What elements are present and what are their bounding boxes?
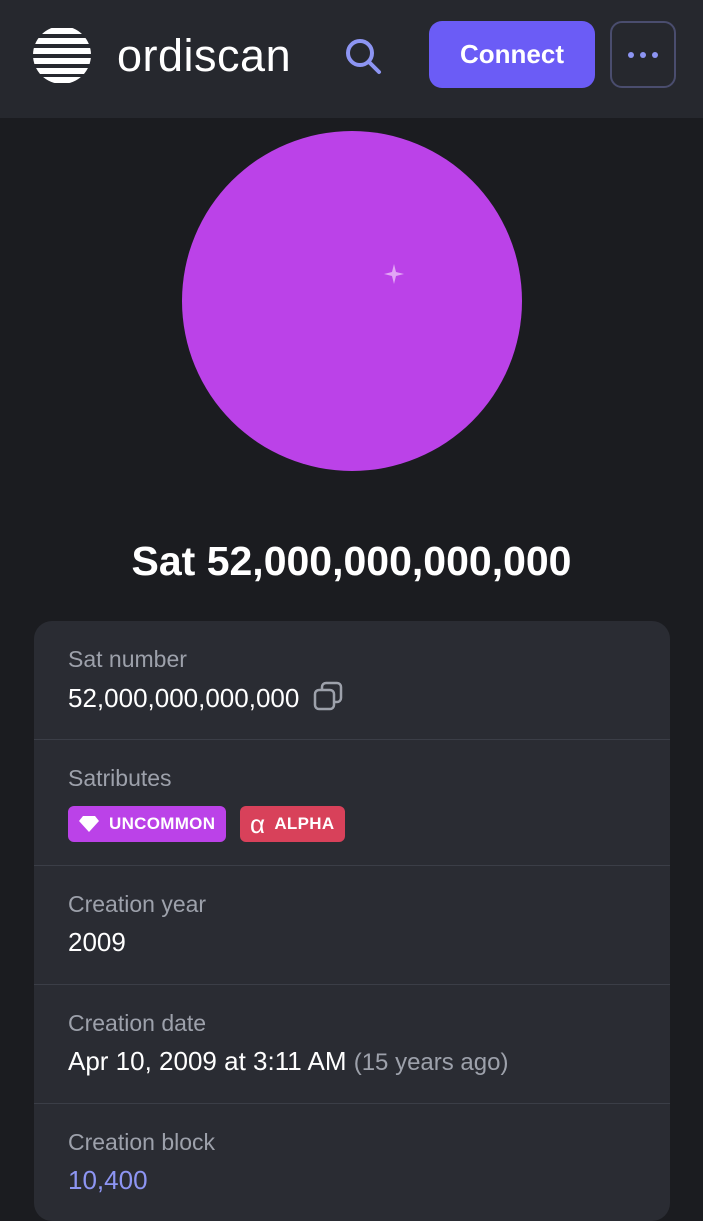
creation-block-link[interactable]: 10,400: [68, 1164, 148, 1196]
detail-row-creation-date: Creation date Apr 10, 2009 at 3:11 AM (1…: [34, 985, 670, 1104]
creation-date-text: Apr 10, 2009 at 3:11 AM: [68, 1046, 347, 1076]
sat-number-text: 52,000,000,000,000: [68, 683, 300, 713]
detail-row-satributes: Satributes: [34, 740, 670, 866]
badge-alpha-label: ALPHA: [274, 814, 335, 833]
copy-icon[interactable]: [313, 681, 343, 711]
page-title: Sat 52,000,000,000,000: [131, 538, 572, 584]
detail-row-sat-number: Sat number 52,000,000,000,000: [34, 621, 670, 740]
badge-uncommon[interactable]: UNCOMMON: [68, 806, 227, 842]
creation-year-label: Creation year: [68, 891, 207, 917]
creation-date-value: Apr 10, 2009 at 3:11 AM (15 years ago): [68, 1045, 508, 1079]
creation-year-value: 2009: [68, 927, 126, 957]
sparkle-icon: [384, 264, 404, 284]
sat-image: [182, 131, 522, 471]
creation-date-label: Creation date: [68, 1010, 207, 1036]
connect-button[interactable]: Connect: [429, 21, 595, 88]
creation-date-relative: (15 years ago): [353, 1049, 509, 1076]
top-navbar: ordiscan Connect: [0, 0, 703, 118]
logo-text[interactable]: ordiscan: [117, 28, 291, 84]
badge-alpha[interactable]: α ALPHA: [240, 806, 346, 842]
creation-block-label: Creation block: [68, 1129, 216, 1155]
more-menu-button[interactable]: [610, 21, 676, 88]
sat-details-card: Sat number 52,000,000,000,000 Satributes…: [34, 621, 670, 1221]
diamond-icon: [78, 815, 100, 833]
detail-row-creation-block: Creation block 10,400: [34, 1104, 670, 1221]
ordiscan-logo-icon[interactable]: [33, 26, 91, 84]
badge-uncommon-label: UNCOMMON: [109, 814, 216, 833]
search-icon[interactable]: [342, 35, 384, 77]
sat-number-value: 52,000,000,000,000: [68, 681, 343, 714]
detail-row-creation-year: Creation year 2009: [34, 866, 670, 985]
sat-number-label: Sat number: [68, 646, 187, 672]
alpha-icon: α: [250, 809, 266, 839]
satributes-label: Satributes: [68, 765, 172, 791]
ellipsis-icon: [628, 51, 634, 58]
